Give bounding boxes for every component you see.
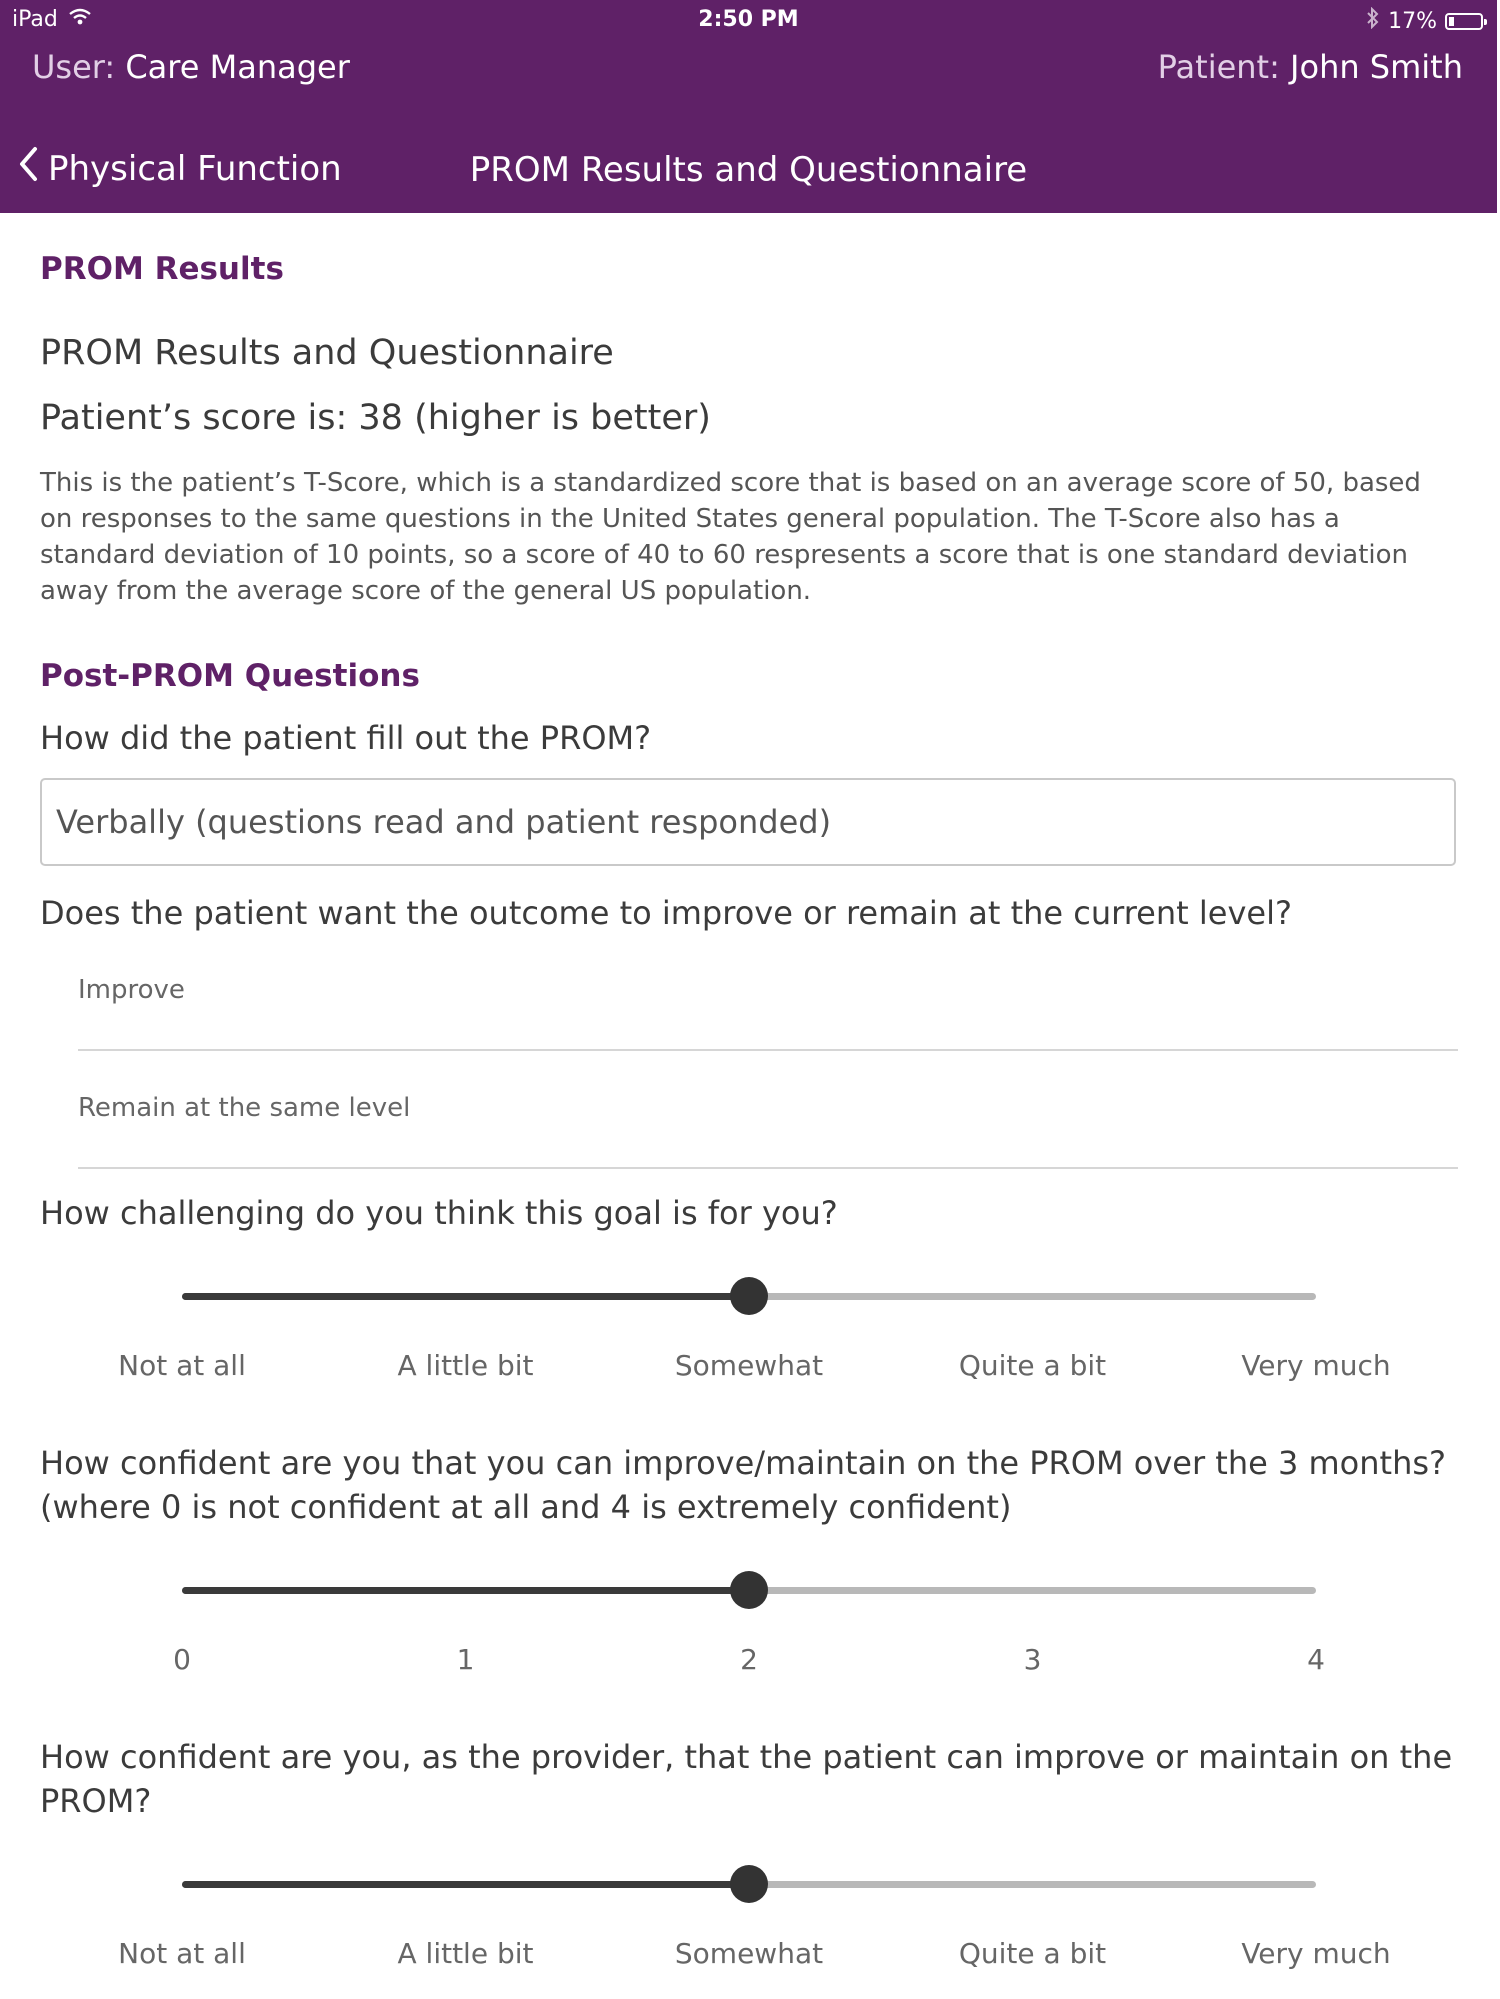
chevron-left-icon xyxy=(18,146,38,191)
back-label: Physical Function xyxy=(48,148,342,189)
patient-confidence-tick-label: 3 xyxy=(1023,1643,1042,1676)
provider-confidence-tick-label: Not at all xyxy=(118,1937,246,1970)
battery-percentage: 17% xyxy=(1388,8,1437,34)
challenge-slider[interactable]: Not at all A little bit Somewhat Quite a… xyxy=(40,1273,1460,1393)
user-value: Care Manager xyxy=(125,48,350,86)
patient-confidence-slider-fill xyxy=(182,1587,749,1594)
patient-score: Patient’s score is: 38 (higher is better… xyxy=(40,398,711,438)
bluetooth-icon xyxy=(1366,6,1380,35)
challenge-tick-label: Not at all xyxy=(118,1349,246,1382)
patient-confidence-slider-thumb[interactable] xyxy=(730,1571,768,1609)
option-remain[interactable]: Remain at the same level xyxy=(78,1051,1458,1169)
patient-confidence-tick-label: 1 xyxy=(456,1643,475,1676)
challenge-tick-label: Very much xyxy=(1241,1349,1391,1382)
challenge-slider-thumb[interactable] xyxy=(730,1277,768,1315)
option-remain-label: Remain at the same level xyxy=(78,1093,411,1123)
patient-confidence-tick-label: 2 xyxy=(740,1643,758,1676)
patient-confidence-tick-label: 0 xyxy=(173,1643,191,1676)
provider-confidence-tick-label: Very much xyxy=(1241,1937,1391,1970)
question-fill-method: How did the patient fill out the PROM? xyxy=(40,719,652,757)
score-description: This is the patient’s T-Score, which is … xyxy=(40,468,1421,606)
battery-icon xyxy=(1445,12,1487,30)
challenge-tick-label: A little bit xyxy=(397,1349,534,1382)
results-subtitle: PROM Results and Questionnaire xyxy=(40,333,614,373)
provider-confidence-tick-label: Quite a bit xyxy=(958,1937,1107,1970)
option-improve-label: Improve xyxy=(78,975,185,1005)
question-outcome-goal: Does the patient want the outcome to imp… xyxy=(40,894,1292,932)
status-right: 17% xyxy=(1366,6,1487,35)
provider-confidence-tick-label: Somewhat xyxy=(674,1937,824,1970)
current-patient: Patient: John Smith xyxy=(1158,48,1463,86)
post-questions-heading: Post-PROM Questions xyxy=(40,658,420,694)
status-time: 2:50 PM xyxy=(698,7,799,32)
question-challenge: How challenging do you think this goal i… xyxy=(40,1194,838,1232)
question-provider-confidence: How confident are you, as the provider, … xyxy=(40,1738,1453,1820)
patient-label: Patient: xyxy=(1157,48,1280,86)
challenge-tick-label: Quite a bit xyxy=(958,1349,1107,1382)
patient-confidence-slider[interactable]: 0 1 2 3 4 xyxy=(40,1567,1460,1687)
patient-confidence-tick-label: 4 xyxy=(1307,1643,1325,1676)
back-button[interactable]: Physical Function xyxy=(18,146,342,191)
status-bar: iPad 2:50 PM 17% xyxy=(0,0,1497,40)
fill-method-field[interactable] xyxy=(40,778,1456,866)
provider-confidence-slider[interactable]: Not at all A little bit Somewhat Quite a… xyxy=(40,1861,1460,1981)
provider-confidence-slider-thumb[interactable] xyxy=(730,1865,768,1903)
option-improve[interactable]: Improve xyxy=(78,933,1458,1051)
user-label: User: xyxy=(32,48,116,86)
results-heading: PROM Results xyxy=(40,251,284,287)
current-user: User: Care Manager xyxy=(32,48,350,86)
challenge-tick-label: Somewhat xyxy=(674,1349,824,1382)
provider-confidence-tick-label: A little bit xyxy=(397,1937,534,1970)
provider-confidence-slider-fill xyxy=(182,1881,749,1888)
app-header: iPad 2:50 PM 17% User: Care Manager Pati… xyxy=(0,0,1497,213)
challenge-slider-fill xyxy=(182,1293,749,1300)
patient-value: John Smith xyxy=(1290,48,1463,86)
question-patient-confidence: How confident are you that you can impro… xyxy=(40,1444,1447,1526)
battery-level xyxy=(1449,16,1454,26)
